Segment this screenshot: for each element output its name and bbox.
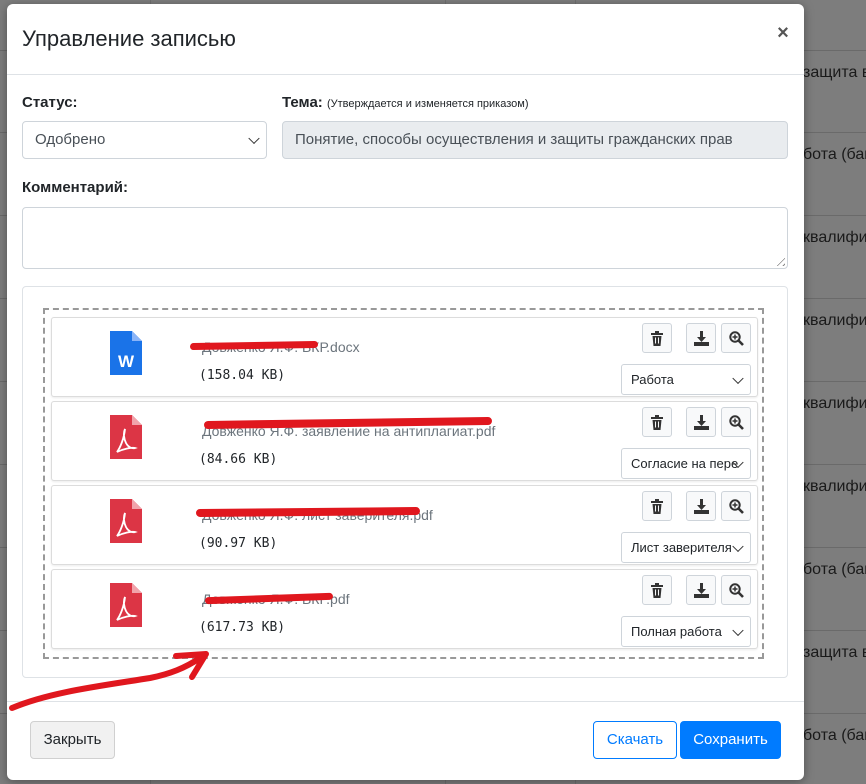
table-cell: квалифи bbox=[803, 395, 866, 412]
download-icon bbox=[694, 583, 709, 598]
close-button[interactable]: Закрыть bbox=[30, 721, 115, 759]
file-size: (84.66 KB) bbox=[199, 452, 278, 467]
delete-button[interactable] bbox=[642, 575, 672, 605]
file-category-value: Работа bbox=[631, 372, 674, 387]
record-management-modal: Управление записью × Статус: Одобрено Те… bbox=[7, 4, 804, 780]
download-icon bbox=[694, 331, 709, 346]
save-button[interactable]: Сохранить bbox=[680, 721, 781, 759]
file-dropzone[interactable]: W Довженко Я.Ф. ВКР.docx (158.04 KB) Раб… bbox=[43, 308, 764, 659]
delete-button[interactable] bbox=[642, 323, 672, 353]
comment-label: Комментарий: bbox=[22, 179, 129, 196]
file-category-select[interactable]: Согласие на пере bbox=[621, 448, 751, 479]
table-cell: квалифи bbox=[803, 229, 866, 246]
pdf-file-icon bbox=[110, 499, 142, 543]
file-category-select[interactable]: Лист заверителя bbox=[621, 532, 751, 563]
preview-button[interactable] bbox=[721, 407, 751, 437]
download-file-button[interactable] bbox=[686, 407, 716, 437]
chevron-down-icon bbox=[732, 540, 744, 552]
topic-label-text: Тема: bbox=[282, 94, 323, 111]
modal-title: Управление записью bbox=[22, 26, 236, 51]
topic-hint: (Утверждается и изменяется приказом) bbox=[326, 98, 529, 110]
comment-textarea[interactable] bbox=[22, 207, 788, 269]
resize-grip-icon[interactable] bbox=[773, 254, 785, 266]
files-panel: W Довженко Я.Ф. ВКР.docx (158.04 KB) Раб… bbox=[22, 286, 788, 678]
topic-label: Тема: (Утверждается и изменяется приказо… bbox=[282, 94, 529, 111]
modal-header: Управление записью × bbox=[7, 4, 804, 75]
file-category-select[interactable]: Работа bbox=[621, 364, 751, 395]
download-file-button[interactable] bbox=[686, 491, 716, 521]
file-category-select[interactable]: Полная работа bbox=[621, 616, 751, 647]
download-file-button[interactable] bbox=[686, 575, 716, 605]
close-icon[interactable]: × bbox=[772, 22, 794, 44]
word-file-icon: W bbox=[110, 331, 142, 375]
file-size: (617.73 KB) bbox=[199, 620, 286, 635]
status-label: Статус: bbox=[22, 94, 78, 111]
file-size: (90.97 KB) bbox=[199, 536, 278, 551]
file-category-value: Лист заверителя bbox=[631, 540, 732, 555]
table-cell: бота (бак bbox=[803, 727, 866, 744]
file-item: W Довженко Я.Ф. ВКР.docx (158.04 KB) Раб… bbox=[51, 317, 758, 397]
chevron-down-icon bbox=[732, 372, 744, 384]
zoom-in-icon bbox=[729, 415, 744, 430]
file-category-value: Согласие на пере bbox=[631, 456, 739, 471]
topic-field: Понятие, способы осуществления и защиты … bbox=[282, 121, 788, 159]
table-cell: бота (бак bbox=[803, 561, 866, 578]
svg-text:W: W bbox=[118, 352, 135, 371]
preview-button[interactable] bbox=[721, 323, 751, 353]
trash-icon bbox=[651, 331, 663, 346]
pdf-file-icon bbox=[110, 415, 142, 459]
download-file-button[interactable] bbox=[686, 323, 716, 353]
zoom-in-icon bbox=[729, 583, 744, 598]
download-icon bbox=[694, 499, 709, 514]
file-item: Довженко Я.Ф. ВКР.pdf (617.73 KB) Полная… bbox=[51, 569, 758, 649]
chevron-down-icon bbox=[248, 132, 260, 145]
trash-icon bbox=[651, 499, 663, 514]
status-select[interactable]: Одобрено bbox=[22, 121, 267, 159]
table-cell: бота (бак bbox=[803, 146, 866, 163]
download-button[interactable]: Скачать bbox=[593, 721, 677, 759]
chevron-down-icon bbox=[732, 624, 744, 636]
pdf-file-icon bbox=[110, 583, 142, 627]
preview-button[interactable] bbox=[721, 575, 751, 605]
table-cell: квалифи bbox=[803, 312, 866, 329]
delete-button[interactable] bbox=[642, 491, 672, 521]
table-cell: защита в bbox=[803, 644, 866, 661]
table-cell: квалифи bbox=[803, 478, 866, 495]
preview-button[interactable] bbox=[721, 491, 751, 521]
trash-icon bbox=[651, 583, 663, 598]
file-size: (158.04 KB) bbox=[199, 368, 286, 383]
modal-footer: Закрыть Скачать Сохранить bbox=[7, 701, 804, 781]
zoom-in-icon bbox=[729, 331, 744, 346]
table-cell: защита в bbox=[803, 64, 866, 81]
status-select-value: Одобрено bbox=[35, 131, 106, 148]
file-item: Довженко Я.Ф. заявление на антиплагиат.p… bbox=[51, 401, 758, 481]
file-category-value: Полная работа bbox=[631, 624, 722, 639]
zoom-in-icon bbox=[729, 499, 744, 514]
delete-button[interactable] bbox=[642, 407, 672, 437]
trash-icon bbox=[651, 415, 663, 430]
file-item: Довженко Я.Ф. лист заверителя.pdf (90.97… bbox=[51, 485, 758, 565]
download-icon bbox=[694, 415, 709, 430]
